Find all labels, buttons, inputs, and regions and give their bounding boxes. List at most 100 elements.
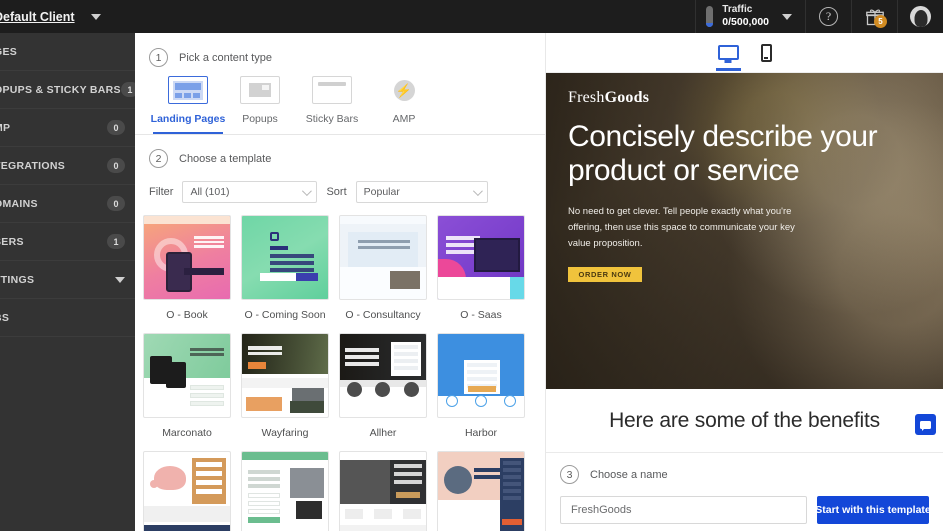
desktop-preview-button[interactable] bbox=[715, 45, 741, 71]
hero-subtext: No need to get clever. Tell people exact… bbox=[568, 206, 795, 249]
template-card[interactable]: O - Saas bbox=[437, 215, 535, 333]
avatar bbox=[910, 6, 931, 27]
sidebar-item-badge: 0 bbox=[107, 196, 125, 211]
template-card[interactable] bbox=[437, 451, 535, 531]
filter-value: All (101) bbox=[190, 186, 230, 198]
avatar-button[interactable] bbox=[897, 0, 943, 33]
benefits-heading: Here are some of the benefits bbox=[609, 408, 880, 432]
sort-select[interactable]: Popular bbox=[355, 181, 488, 203]
template-card[interactable] bbox=[241, 451, 339, 531]
sidebar-item-integrations[interactable]: TEGRATIONS 0 bbox=[0, 147, 135, 185]
template-name: O - Saas bbox=[460, 309, 502, 321]
chat-icon bbox=[920, 420, 931, 431]
sidebar-item-label: SERS bbox=[0, 235, 24, 248]
sidebar-item-badge: 0 bbox=[107, 120, 125, 135]
landing-pages-icon bbox=[168, 76, 208, 104]
gift-button[interactable]: 5 bbox=[851, 0, 897, 33]
template-name: O - Book bbox=[166, 309, 208, 321]
filter-sort-row: Filter All (101) Sort Popular bbox=[149, 181, 545, 203]
template-chooser-panel: 1 Pick a content type Landing Pages Popu… bbox=[135, 33, 545, 531]
sidebar-item-badge: 1 bbox=[107, 234, 125, 249]
step-title: Pick a content type bbox=[179, 51, 272, 64]
chevron-down-icon bbox=[472, 185, 483, 196]
sidebar-item-labs[interactable]: BS bbox=[0, 299, 135, 337]
tab-amp[interactable]: ⚡ AMP bbox=[368, 76, 440, 134]
chevron-down-icon bbox=[115, 276, 125, 283]
sidebar-item-label: OMAINS bbox=[0, 197, 38, 210]
brand-bold: Goods bbox=[604, 89, 650, 106]
help-button[interactable]: ? bbox=[805, 0, 851, 33]
step-title: Choose a template bbox=[179, 152, 272, 165]
template-card[interactable]: Allher bbox=[339, 333, 437, 451]
client-selector[interactable]: Default Client bbox=[0, 0, 135, 33]
template-name: Allher bbox=[369, 427, 397, 439]
sidebar-item-settings[interactable]: TTINGS bbox=[0, 261, 135, 299]
tab-popups[interactable]: Popups bbox=[224, 76, 296, 134]
sidebar-item-domains[interactable]: OMAINS 0 bbox=[0, 185, 135, 223]
template-card[interactable]: O - Consultancy bbox=[339, 215, 437, 333]
sort-label: Sort bbox=[326, 186, 347, 198]
template-thumbnail bbox=[437, 333, 525, 418]
amp-icon: ⚡ bbox=[384, 76, 424, 104]
template-grid: O - Book O - Coming Soon O - Consultancy bbox=[135, 203, 545, 531]
mobile-icon bbox=[760, 43, 772, 62]
template-card[interactable] bbox=[339, 451, 437, 531]
hero-content: FreshGoods Concisely describe your produ… bbox=[546, 73, 943, 283]
template-thumbnail bbox=[339, 215, 427, 300]
chevron-down-icon[interactable] bbox=[782, 13, 792, 20]
chat-widget-button[interactable] bbox=[915, 414, 936, 435]
template-card[interactable]: O - Coming Soon bbox=[241, 215, 339, 333]
step-2-section: 2 Choose a template Filter All (101) Sor… bbox=[135, 135, 545, 203]
name-input[interactable]: FreshGoods bbox=[560, 496, 807, 524]
sidebar-item-badge: 0 bbox=[107, 158, 125, 173]
step-number: 3 bbox=[560, 465, 579, 484]
traffic-value: 0/500,000 bbox=[722, 16, 769, 29]
template-thumbnail bbox=[241, 215, 329, 300]
sidebar-item-label: TTINGS bbox=[0, 273, 35, 286]
template-preview-panel: FreshGoods Concisely describe your produ… bbox=[545, 33, 943, 531]
template-thumbnail bbox=[241, 451, 329, 531]
sidebar-item-users[interactable]: SERS 1 bbox=[0, 223, 135, 261]
template-card[interactable]: Harbor bbox=[437, 333, 535, 451]
gift-badge: 5 bbox=[874, 15, 887, 28]
mobile-preview-button[interactable] bbox=[760, 43, 772, 62]
tab-sticky-bars[interactable]: Sticky Bars bbox=[296, 76, 368, 134]
sidebar-item-pages[interactable]: GES bbox=[0, 33, 135, 71]
app-root: Default Client Traffic 0/500,000 ? 5 ES … bbox=[0, 0, 943, 531]
sidebar: GES OPUPS & STICKY BARS 1 MP 0 TEGRATION… bbox=[0, 33, 139, 531]
preview-hero: FreshGoods Concisely describe your produ… bbox=[546, 73, 943, 389]
traffic-text: Traffic 0/500,000 bbox=[722, 3, 769, 30]
sidebar-item-label: BS bbox=[0, 311, 10, 324]
template-card[interactable]: O - Book bbox=[143, 215, 241, 333]
content-type-tabs: Landing Pages Popups Sticky Bars ⚡ AMP bbox=[149, 76, 545, 134]
template-thumbnail bbox=[143, 451, 231, 531]
step-2-header: 2 Choose a template bbox=[149, 149, 545, 168]
step-number: 2 bbox=[149, 149, 168, 168]
active-indicator bbox=[715, 68, 741, 71]
start-with-template-button[interactable]: Start with this template bbox=[815, 496, 931, 524]
sidebar-item-label: TEGRATIONS bbox=[0, 159, 66, 172]
template-card[interactable] bbox=[143, 451, 241, 531]
filter-label: Filter bbox=[149, 186, 174, 198]
sidebar-item-popups-sticky-bars[interactable]: OPUPS & STICKY BARS 1 bbox=[0, 71, 139, 109]
step-number: 1 bbox=[149, 48, 168, 67]
desktop-icon bbox=[717, 45, 739, 60]
filter-select[interactable]: All (101) bbox=[182, 181, 318, 203]
order-now-button[interactable]: ORDER NOW bbox=[568, 267, 642, 283]
sidebar-item-amp[interactable]: MP 0 bbox=[0, 109, 135, 147]
step-3-section: 3 Choose a name FreshGoods Start with th… bbox=[546, 453, 943, 524]
template-card[interactable]: Marconato bbox=[143, 333, 241, 451]
step-title: Choose a name bbox=[590, 468, 668, 481]
traffic-meter-icon bbox=[706, 6, 714, 27]
template-thumbnail bbox=[339, 451, 427, 531]
device-toggle-bar bbox=[546, 33, 943, 73]
sticky-bars-icon bbox=[312, 76, 352, 104]
traffic-widget[interactable]: Traffic 0/500,000 bbox=[695, 0, 805, 33]
traffic-label: Traffic bbox=[722, 4, 753, 16]
template-card[interactable]: Wayfaring bbox=[241, 333, 339, 451]
template-name: Harbor bbox=[464, 427, 498, 439]
tab-landing-pages[interactable]: Landing Pages bbox=[151, 76, 225, 134]
template-thumbnail bbox=[241, 333, 329, 418]
popups-icon bbox=[240, 76, 280, 104]
help-icon: ? bbox=[819, 7, 838, 26]
